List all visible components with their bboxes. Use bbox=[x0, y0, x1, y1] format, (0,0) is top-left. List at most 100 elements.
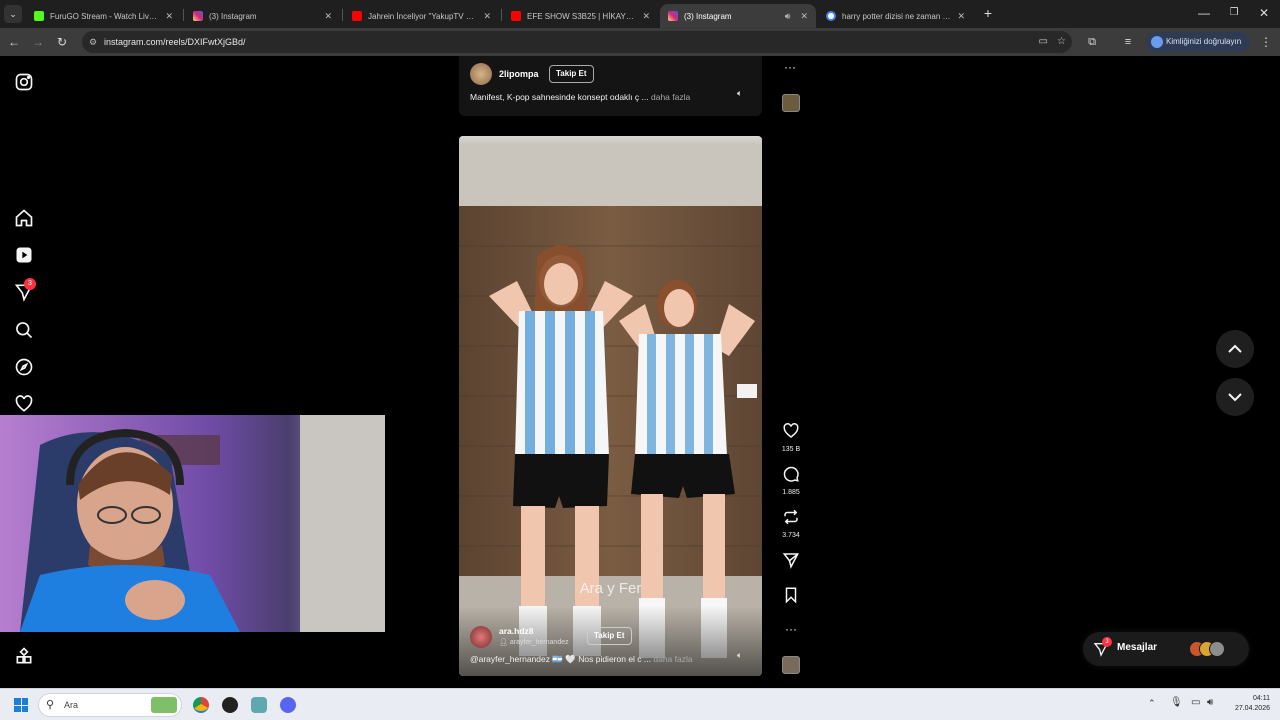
follow-button[interactable]: Takip Et bbox=[587, 627, 632, 645]
more-options-icon[interactable]: ··· bbox=[784, 60, 796, 74]
chevron-up-icon bbox=[1228, 344, 1242, 353]
comment-action[interactable]: 1.885 bbox=[780, 465, 802, 496]
follow-button[interactable]: Takip Et bbox=[549, 65, 594, 83]
more-link[interactable]: daha fazla bbox=[651, 92, 690, 102]
volume-tray-icon[interactable]: 🔊︎ bbox=[1207, 697, 1213, 708]
network-icon[interactable]: ▭ bbox=[1191, 697, 1200, 708]
search-icon[interactable] bbox=[14, 320, 34, 340]
taskbar-search-placeholder: Ara bbox=[64, 700, 79, 710]
previous-reel[interactable]: 2lipompa Takip Et Manifest, K-pop sahnes… bbox=[459, 56, 762, 116]
chrome-taskbar-icon[interactable] bbox=[193, 697, 209, 713]
speaker-icon[interactable]: 🔊︎ bbox=[785, 11, 791, 22]
microphone-icon[interactable]: 🎙︎ bbox=[1170, 697, 1183, 708]
youtube-icon bbox=[511, 11, 521, 21]
reel-video[interactable]: Ara y Fer ara.hdz8 👤︎ arayfer_hernandez … bbox=[459, 136, 762, 676]
tab-instagram-1[interactable]: (3) Instagram ✕ bbox=[185, 4, 340, 28]
audio-credit[interactable]: 👤︎ arayfer_hernandez bbox=[499, 638, 569, 646]
reels-icon[interactable] bbox=[14, 245, 34, 265]
more-options-icon[interactable]: ··· bbox=[780, 622, 802, 636]
caption-text: Manifest, K-pop sahnesinde konsept odakl… bbox=[470, 92, 649, 102]
close-tab-icon[interactable]: ✕ bbox=[324, 11, 332, 22]
reload-icon[interactable]: ↻ bbox=[54, 34, 70, 50]
back-icon[interactable]: ← bbox=[6, 34, 22, 50]
audio-credit-label: arayfer_hernandez bbox=[509, 639, 569, 646]
cast-icon[interactable]: ▭ bbox=[1039, 31, 1048, 53]
next-reel-button[interactable] bbox=[1216, 378, 1254, 416]
obs-taskbar-icon[interactable] bbox=[222, 697, 238, 713]
reading-list-icon[interactable]: ≡ bbox=[1120, 34, 1136, 50]
tab-youtube-efeshow[interactable]: EFE SHOW S3B25 | HİKAYEDEN ✕ bbox=[503, 4, 658, 28]
verify-identity-button[interactable]: Kimliğinizi doğrulayın bbox=[1146, 32, 1250, 52]
bookmark-star-icon[interactable]: ☆ bbox=[1057, 31, 1066, 53]
taskbar-search[interactable]: ⚲ Ara bbox=[38, 693, 182, 717]
tab-title: FuruGO Stream - Watch Live on bbox=[50, 11, 160, 21]
google-icon bbox=[826, 11, 836, 21]
reel-username[interactable]: ara.hdz8 bbox=[499, 626, 534, 636]
tab-google-search[interactable]: harry potter dizisi ne zaman - G ✕ bbox=[818, 4, 973, 28]
audio-thumbnail[interactable] bbox=[782, 656, 800, 674]
avatar[interactable] bbox=[470, 63, 492, 85]
tab-title: harry potter dizisi ne zaman - G bbox=[842, 11, 952, 21]
like-action[interactable]: 135 B bbox=[780, 422, 802, 453]
extensions-icon[interactable]: ⧉ bbox=[1084, 34, 1100, 50]
new-tab-icon[interactable]: + bbox=[980, 5, 996, 21]
more-apps-icon[interactable] bbox=[14, 646, 34, 666]
explore-icon[interactable] bbox=[14, 357, 34, 377]
tab-title: (3) Instagram bbox=[209, 11, 257, 21]
address-bar[interactable]: ⚙ instagram.com/reels/DXIFwtXjGBd/ ▭ ☆ bbox=[82, 31, 1072, 53]
browser-tab-bar: ⌄ FuruGO Stream - Watch Live on ✕ (3) In… bbox=[0, 0, 1280, 28]
close-tab-icon[interactable]: ✕ bbox=[957, 11, 965, 22]
home-icon[interactable] bbox=[14, 208, 34, 228]
tab-search-icon[interactable]: ⌄ bbox=[4, 5, 22, 23]
audio-thumbnail[interactable] bbox=[782, 94, 800, 112]
volume-icon[interactable]: 🔈︎ bbox=[737, 650, 742, 661]
kick-icon bbox=[34, 11, 44, 21]
tab-instagram-active[interactable]: (3) Instagram 🔊︎ ✕ bbox=[660, 4, 816, 28]
tray-chevron-icon[interactable]: ⌃ bbox=[1148, 698, 1156, 709]
notification-badge: 3 bbox=[24, 278, 36, 290]
search-icon: ⚲ bbox=[46, 699, 55, 711]
volume-icon[interactable]: 🔈︎ bbox=[737, 88, 742, 99]
reel-caption[interactable]: Manifest, K-pop sahnesinde konsept odakl… bbox=[470, 92, 690, 102]
tab-youtube-jahrein[interactable]: Jahrein İnceliyor "YakupTV Jeto ✕ bbox=[344, 4, 499, 28]
discord-taskbar-icon[interactable] bbox=[280, 697, 296, 713]
clock-date: 27.04.2026 bbox=[1234, 705, 1270, 712]
tab-title: EFE SHOW S3B25 | HİKAYEDEN bbox=[527, 11, 637, 21]
search-highlight-icon bbox=[151, 697, 177, 713]
reel-username[interactable]: 2lipompa bbox=[499, 69, 539, 79]
verify-label: Kimliğinizi doğrulayın bbox=[1166, 37, 1242, 46]
youtube-icon bbox=[352, 11, 362, 21]
close-tab-icon[interactable]: ✕ bbox=[800, 11, 808, 22]
previous-reel-button[interactable] bbox=[1216, 330, 1254, 368]
more-link[interactable]: daha fazla bbox=[653, 654, 692, 664]
save-action[interactable] bbox=[780, 586, 802, 609]
clock-time: 04:11 bbox=[1253, 695, 1270, 702]
chrome-menu-icon[interactable]: ⋮ bbox=[1258, 34, 1274, 50]
app-taskbar-icon[interactable] bbox=[251, 697, 267, 713]
start-icon[interactable] bbox=[14, 698, 28, 712]
instagram-logo-icon[interactable] bbox=[14, 72, 34, 92]
minimize-icon[interactable]: — bbox=[1196, 5, 1212, 21]
repost-action[interactable]: 3.734 bbox=[780, 508, 802, 539]
share-action[interactable] bbox=[780, 551, 802, 574]
repost-icon bbox=[784, 509, 798, 525]
heart-nav-icon[interactable] bbox=[14, 394, 34, 414]
instagram-icon bbox=[193, 11, 203, 21]
reel-caption[interactable]: @arayfer_hernandez 🇦🇷 🤍 Nos pidieron el … bbox=[470, 654, 693, 665]
close-tab-icon[interactable]: ✕ bbox=[165, 11, 173, 22]
messages-button[interactable]: 3 Mesajlar bbox=[1083, 632, 1249, 666]
tab-title: (3) Instagram bbox=[684, 11, 732, 21]
avatar bbox=[1209, 641, 1225, 657]
clock[interactable]: 04:11 27.04.2026 bbox=[1222, 694, 1270, 714]
close-tab-icon[interactable]: ✕ bbox=[642, 11, 650, 22]
forward-icon[interactable]: → bbox=[30, 34, 46, 50]
avatar[interactable] bbox=[470, 626, 492, 648]
messages-nav-icon[interactable]: 3 bbox=[14, 278, 36, 302]
streamer-webcam bbox=[0, 415, 385, 632]
site-info-icon[interactable]: ⚙ bbox=[89, 31, 97, 53]
restore-icon[interactable]: ❐ bbox=[1226, 5, 1242, 21]
close-window-icon[interactable]: ✕ bbox=[1256, 5, 1272, 21]
close-tab-icon[interactable]: ✕ bbox=[483, 11, 491, 22]
tab-furugo[interactable]: FuruGO Stream - Watch Live on ✕ bbox=[26, 4, 181, 28]
messages-label: Mesajlar bbox=[1117, 642, 1158, 653]
